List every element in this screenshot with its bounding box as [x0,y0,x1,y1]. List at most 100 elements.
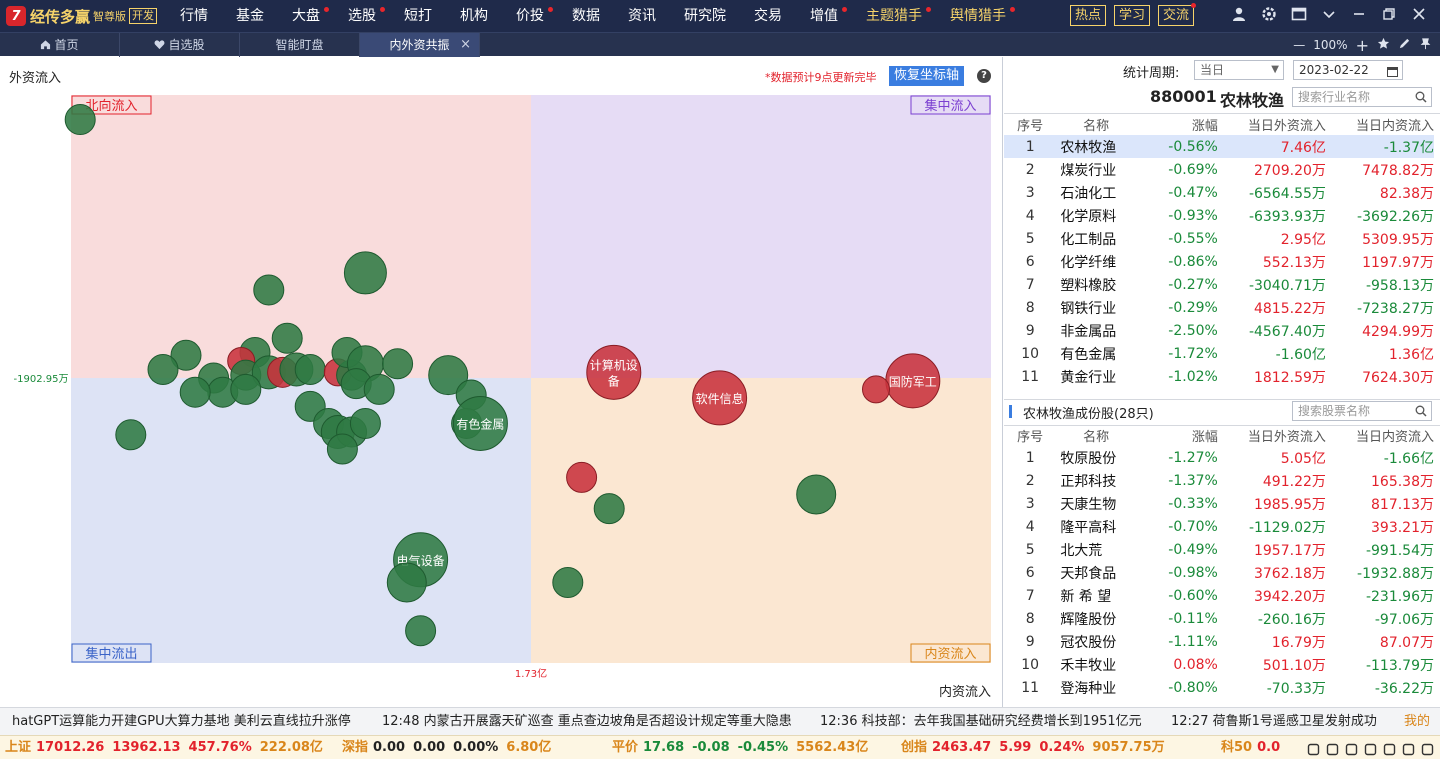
sector-bubble[interactable] [326,433,358,465]
news-item[interactable]: 12:48 内蒙古开展露天矿巡查 重点查边坡角是否超设计规定等重大隐患 [382,708,792,735]
sector-bubble[interactable] [593,493,625,525]
column-header[interactable]: 当日外资流入 [1218,425,1326,446]
menu-item-6[interactable]: 价投 [502,0,558,32]
restore-icon[interactable] [1374,7,1404,25]
date-picker[interactable]: 2023-02-22 [1293,60,1403,80]
menu-item-0[interactable]: 行情 [166,0,222,32]
column-header[interactable]: 当日外资流入 [1218,114,1326,135]
table-row[interactable]: 8 钢铁行业 -0.29% 4815.22万 -7238.27万 [1004,296,1434,319]
menu-item-10[interactable]: 交易 [740,0,796,32]
quick-button-1[interactable]: 学习 [1114,5,1151,26]
table-row[interactable]: 8 辉隆股份 -0.11% -260.16万 -97.06万 [1004,607,1434,630]
sector-bubble[interactable] [552,566,584,598]
zoom-in-button[interactable]: + [1356,36,1369,55]
table-row[interactable]: 5 化工制品 -0.55% 2.95亿 5309.95万 [1004,227,1434,250]
menu-item-4[interactable]: 短打 [390,0,446,32]
menu-item-8[interactable]: 资讯 [614,0,670,32]
table-row[interactable]: 9 非金属品 -2.50% -4567.40万 4294.99万 [1004,319,1434,342]
sector-bubble[interactable] [386,562,427,603]
column-header[interactable]: 涨幅 [1136,114,1218,135]
table-row[interactable]: 10 有色金属 -1.72% -1.60亿 1.36亿 [1004,342,1434,365]
calendar-icon[interactable] [1345,741,1358,759]
menu-item-1[interactable]: 基金 [222,0,278,32]
zoom-out-button[interactable]: — [1293,38,1305,52]
menu-item-11[interactable]: 增值 [796,0,852,32]
dev-badge[interactable]: 开发 [129,8,158,24]
table-row[interactable]: 2 煤炭行业 -0.69% 2709.20万 7478.82万 [1004,158,1434,181]
table-row[interactable]: 1 牧原股份 -1.27% 5.05亿 -1.66亿 [1004,446,1434,469]
target-icon[interactable] [1383,741,1396,759]
menu-item-13[interactable]: 舆情猎手 [936,0,1020,32]
period-select[interactable]: 当日 ▼ [1194,60,1284,80]
news-item[interactable]: hatGPT运算能力开建GPU大算力基地 美利云直线拉升涨停 [12,708,351,735]
tab-3[interactable]: 内外资共振 × [360,32,480,57]
tab-1[interactable]: 自选股 [120,32,240,57]
tab-2[interactable]: 智能盯盘 [240,32,360,57]
table-row[interactable]: 9 冠农股份 -1.11% 16.79万 87.07万 [1004,630,1434,653]
bar-chart-icon[interactable] [1402,741,1415,759]
table-row[interactable]: 1 农林牧渔 -0.56% 7.46亿 -1.37亿 [1004,135,1434,158]
table-row[interactable]: 10 禾丰牧业 0.08% 501.10万 -113.79万 [1004,653,1434,676]
column-header[interactable]: 涨幅 [1136,425,1218,446]
column-header[interactable]: 名称 [1056,425,1136,446]
sector-bubble[interactable] [230,373,262,405]
sector-bubble[interactable] [147,353,179,385]
column-header[interactable]: 当日内资流入 [1326,425,1434,446]
sector-bubble[interactable] [796,474,837,515]
news-item[interactable]: 12:36 科技部：去年我国基础研究经费增长到1951亿元 [820,708,1142,735]
table-row[interactable]: 11 登海种业 -0.80% -70.33万 -36.22万 [1004,676,1434,699]
sector-bubble[interactable] [253,274,285,306]
news-item[interactable]: 12:27 荷鲁斯1号遥感卫星发射成功 [1171,708,1377,735]
star-icon[interactable] [1377,37,1390,53]
column-header[interactable]: 名称 [1056,114,1136,135]
close-icon[interactable] [1404,7,1434,25]
menu-item-2[interactable]: 大盘 [278,0,334,32]
gear-icon[interactable] [1254,6,1284,26]
pencil-icon[interactable] [1398,37,1411,53]
app-logo[interactable]: 7 经传多赢 智尊版 开发 [0,6,166,27]
table-row[interactable]: 4 化学原料 -0.93% -6393.93万 -3692.26万 [1004,204,1434,227]
close-tab-icon[interactable]: × [460,33,471,57]
menu-item-12[interactable]: 主题猎手 [852,0,936,32]
table-row[interactable]: 5 北大荒 -0.49% 1957.17万 -991.54万 [1004,538,1434,561]
table-row[interactable]: 3 天康生物 -0.33% 1985.95万 817.13万 [1004,492,1434,515]
sector-bubble[interactable] [271,322,303,354]
sector-search-input[interactable]: 搜索行业名称 [1292,87,1432,107]
sector-bubble[interactable] [343,251,387,295]
pin-icon[interactable] [1419,37,1432,53]
table-row[interactable]: 7 新 希 望 -0.60% 3942.20万 -231.96万 [1004,584,1434,607]
index-item[interactable]: 深指 0.00 0.00 0.00% 6.80亿 [342,736,551,759]
sector-bubble[interactable] [294,353,326,385]
index-item[interactable]: 创指 2463.47 5.99 0.24% 9057.75万 [901,736,1165,759]
table-row[interactable]: 2 正邦科技 -1.37% 491.22万 165.38万 [1004,469,1434,492]
sector-bubble[interactable] [382,348,414,380]
table-row[interactable]: 7 塑料橡胶 -0.27% -3040.71万 -958.13万 [1004,273,1434,296]
menu-item-5[interactable]: 机构 [446,0,502,32]
column-header[interactable]: 当日内资流入 [1326,114,1434,135]
sector-bubble[interactable] [363,373,395,405]
quick-button-0[interactable]: 热点 [1070,5,1107,26]
sector-bubble[interactable] [862,375,890,404]
menu-item-3[interactable]: 选股 [334,0,390,32]
table-row[interactable]: 11 黄金行业 -1.02% 1812.59万 7624.30万 [1004,365,1434,388]
alarm-icon[interactable] [1421,741,1434,759]
index-item[interactable]: 上证 17012.26 13962.13 457.76% 222.08亿 [5,736,323,759]
sector-bubble[interactable] [566,461,598,493]
sector-bubble[interactable] [349,407,381,439]
user-icon[interactable] [1224,6,1254,26]
table-row[interactable]: 6 天邦食品 -0.98% 3762.18万 -1932.88万 [1004,561,1434,584]
column-header[interactable]: 序号 [1004,114,1056,135]
layout-icon[interactable] [1284,6,1314,26]
chevron-right-icon[interactable] [1326,741,1339,759]
table-row[interactable]: 3 石油化工 -0.47% -6564.55万 82.38万 [1004,181,1434,204]
index-item[interactable]: 平价 17.68 -0.08 -0.45% 5562.43亿 [612,736,868,759]
table-row[interactable]: 6 化学纤维 -0.86% 552.13万 1197.97万 [1004,250,1434,273]
chevron-left-icon[interactable] [1307,741,1320,759]
chevron-down-icon[interactable] [1314,7,1344,25]
sector-bubble[interactable] [179,376,211,408]
minimize-icon[interactable] [1344,7,1374,25]
column-header[interactable]: 序号 [1004,425,1056,446]
sector-bubble[interactable] [405,615,437,647]
quick-button-2[interactable]: 交流 [1158,3,1197,26]
index-item[interactable]: 科50 0.0 [1221,736,1288,759]
